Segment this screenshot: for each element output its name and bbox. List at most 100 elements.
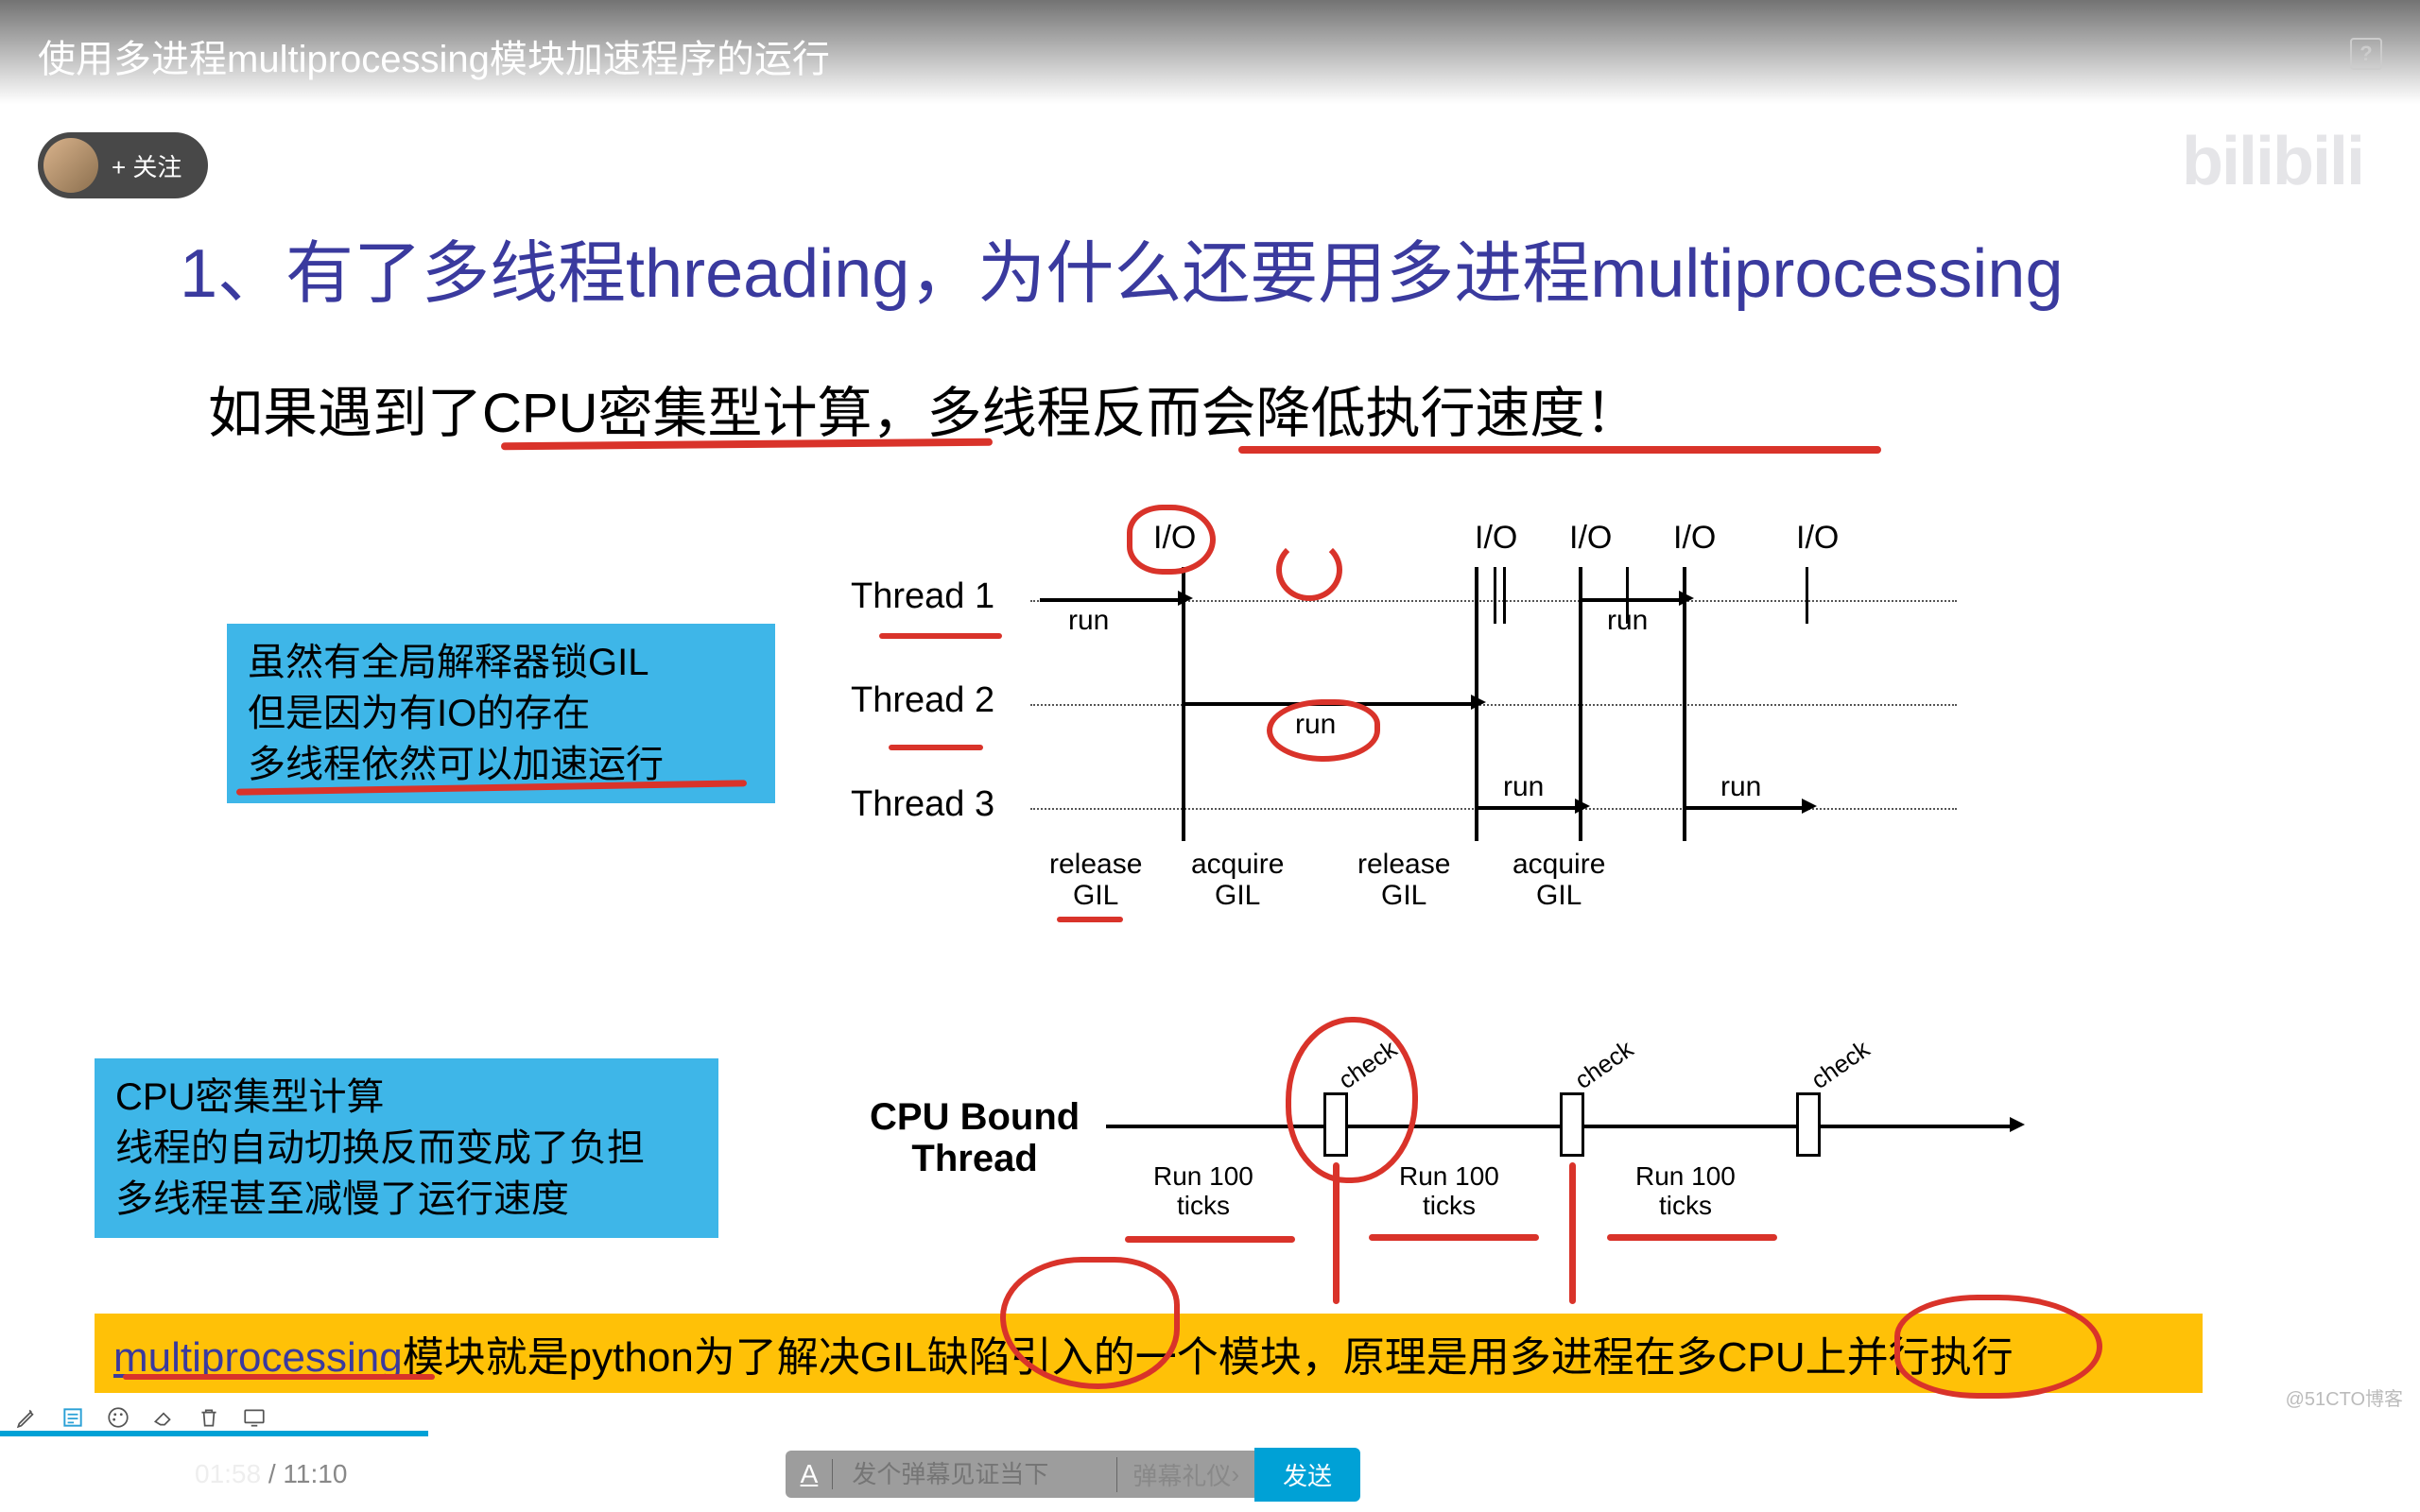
- annotation-underline: [879, 633, 1002, 639]
- trash-tool-icon[interactable]: [195, 1403, 223, 1432]
- annotation-underline: [1607, 1234, 1777, 1241]
- info-line: 但是因为有IO的存在: [248, 688, 754, 739]
- note-tool-icon[interactable]: [59, 1403, 87, 1432]
- info-line: 虽然有全局解释器锁GIL: [248, 637, 754, 688]
- annotation-circle: [1127, 505, 1216, 575]
- annotation-stroke: [1569, 1162, 1576, 1304]
- player-control-bar: 01:58 / 11:10 弹 弹 A 弹幕礼仪 › 发送 1080P 高清 选…: [0, 1436, 2420, 1512]
- acquire-gil-label: acquireGIL: [1512, 849, 1605, 911]
- io-label: I/O: [1569, 520, 1612, 557]
- info-line: CPU密集型计算: [115, 1072, 698, 1123]
- progress-bar[interactable]: [0, 1431, 2420, 1436]
- run-label: run: [1607, 605, 1648, 637]
- pencil-tool-icon[interactable]: [13, 1403, 42, 1432]
- annotation-circle: [1894, 1295, 2102, 1399]
- progress-fill: [0, 1431, 428, 1436]
- cpu-bound-label: CPU BoundThread: [870, 1096, 1080, 1179]
- bilibili-watermark: bilibili: [2182, 123, 2363, 200]
- annotation-underline: [123, 1374, 435, 1380]
- speed-button[interactable]: 倍速: [1910, 1453, 1966, 1495]
- time-display: 01:58 / 11:10: [195, 1459, 347, 1489]
- right-controls: 1080P 高清 选集 倍速: [1623, 1453, 2363, 1495]
- annotation-underline: [889, 745, 983, 750]
- danmaku-toggle-off-icon[interactable]: 弹: [708, 1455, 759, 1493]
- pip-icon[interactable]: [2167, 1455, 2204, 1493]
- io-label: I/O: [1475, 520, 1517, 557]
- episodes-button[interactable]: 选集: [1811, 1453, 1868, 1495]
- annotation-toolbar: [13, 1403, 268, 1432]
- current-time: 01:58: [195, 1459, 261, 1488]
- thread-2-label: Thread 2: [851, 680, 994, 721]
- arrowhead-icon: [2010, 1117, 2025, 1132]
- follow-uploader-pill[interactable]: + 关注: [38, 132, 208, 198]
- video-title: 使用多进程multiprocessing模块加速程序的运行: [38, 28, 830, 83]
- check-tick-box: [1560, 1092, 1584, 1157]
- arrowhead-icon: [1802, 799, 1817, 814]
- run-ticks-label: Run 100ticks: [1153, 1162, 1253, 1221]
- arrowhead-icon: [1575, 799, 1590, 814]
- release-gil-label: releaseGIL: [1049, 849, 1142, 911]
- annotation-underline: [1057, 917, 1123, 922]
- danmaku-input[interactable]: [833, 1460, 1116, 1489]
- info-box-cpu: CPU密集型计算 线程的自动切换反而变成了负担 多线程甚至减慢了运行速度: [95, 1058, 718, 1238]
- quality-button[interactable]: 1080P 高清: [1623, 1453, 1770, 1495]
- palette-tool-icon[interactable]: [104, 1403, 132, 1432]
- thread-gil-diagram: Thread 1 Thread 2 Thread 3 I/O I/O I/O I…: [851, 510, 1966, 917]
- io-label: I/O: [1796, 520, 1839, 557]
- annotation-circle: [1267, 699, 1380, 762]
- info-line: 线程的自动切换反而变成了负担: [115, 1123, 698, 1174]
- danmaku-send-button[interactable]: 发送: [1254, 1448, 1360, 1502]
- pause-button[interactable]: [57, 1458, 89, 1490]
- gil-line: [1503, 567, 1506, 624]
- annotation-circle: [1276, 539, 1342, 601]
- thread-1-label: Thread 1: [851, 576, 994, 617]
- annotation-underline: [1369, 1234, 1539, 1241]
- check-label: check: [1569, 1035, 1638, 1095]
- run-arrow: [1686, 806, 1806, 810]
- run-arrow: [1478, 806, 1579, 810]
- slide-subheading: 如果遇到了CPU密集型计算，多线程反而会降低执行速度！: [208, 369, 1639, 448]
- run-label: run: [1720, 771, 1761, 803]
- gil-line: [1683, 567, 1686, 841]
- eraser-tool-icon[interactable]: [149, 1403, 178, 1432]
- danmaku-etiquette-link[interactable]: 弹幕礼仪 ›: [1116, 1457, 1254, 1492]
- run-ticks-label: Run 100ticks: [1399, 1162, 1499, 1221]
- screen-tool-icon[interactable]: [240, 1403, 268, 1432]
- slide-content: bilibili 1、有了多线程threading，为什么还要用多进程multi…: [0, 0, 2420, 1512]
- annotation-underline: [1238, 446, 1881, 454]
- uploader-avatar[interactable]: [43, 138, 98, 193]
- highlight-text: 模块就是python为了解决GIL缺陷引入的一个模块，原理是用多进程在多CPU上…: [403, 1334, 2014, 1381]
- run-label: run: [1503, 771, 1544, 803]
- run-label: run: [1068, 605, 1109, 637]
- gil-line: [1494, 567, 1496, 624]
- run-arrow: [1040, 598, 1182, 602]
- duration: 11:10: [283, 1459, 347, 1488]
- release-gil-label: releaseGIL: [1357, 849, 1450, 911]
- follow-label: + 关注: [112, 148, 182, 183]
- info-box-gil: 虽然有全局解释器锁GIL 但是因为有IO的存在 多线程依然可以加速运行: [227, 624, 775, 803]
- help-icon[interactable]: ?: [2350, 38, 2382, 70]
- gil-line: [1806, 567, 1808, 624]
- run-arrow: [1579, 598, 1683, 602]
- video-top-bar: 使用多进程multiprocessing模块加速程序的运行 ?: [0, 0, 2420, 104]
- wide-icon[interactable]: [2246, 1455, 2284, 1493]
- fullscreen-icon[interactable]: [2325, 1455, 2363, 1493]
- arrowhead-icon: [1178, 591, 1193, 606]
- arrowhead-icon: [1679, 591, 1694, 606]
- cpu-bound-diagram: CPU BoundThread check check check Run 10…: [851, 1030, 2023, 1266]
- danmaku-toggle-on-icon[interactable]: 弹: [631, 1455, 682, 1493]
- arrowhead-icon: [1471, 695, 1486, 710]
- annotation-circle: [1286, 1017, 1418, 1183]
- acquire-gil-label: acquireGIL: [1191, 849, 1284, 911]
- check-label: check: [1806, 1035, 1875, 1095]
- thread-3-label: Thread 3: [851, 784, 994, 825]
- annotation-underline: [1125, 1236, 1295, 1243]
- info-line: 多线程甚至减慢了运行速度: [115, 1174, 698, 1225]
- danmaku-style-button[interactable]: A: [786, 1459, 833, 1489]
- volume-icon[interactable]: [2008, 1455, 2046, 1493]
- timeline-dotted: [1030, 704, 1957, 706]
- settings-icon[interactable]: [2087, 1455, 2125, 1493]
- annotation-stroke: [1333, 1162, 1340, 1304]
- page-watermark: @51CTO博客: [2286, 1383, 2403, 1411]
- next-button[interactable]: [127, 1459, 157, 1489]
